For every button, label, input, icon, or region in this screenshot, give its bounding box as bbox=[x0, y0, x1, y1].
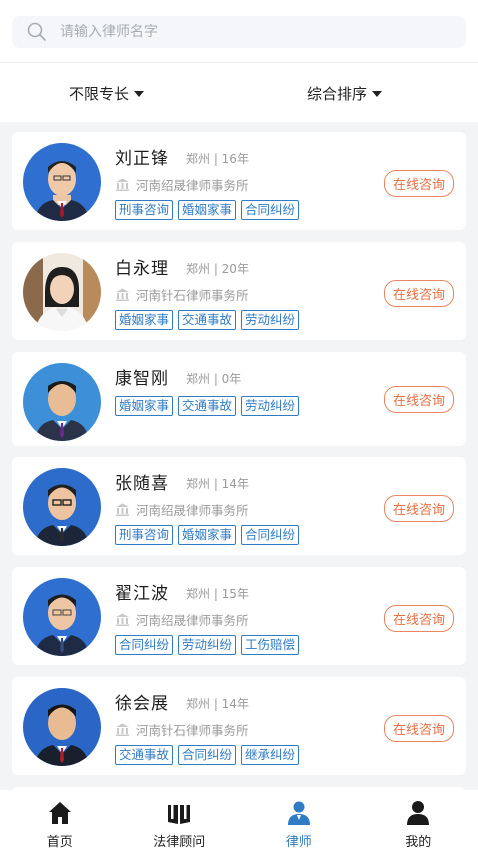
tab-mine[interactable]: 我的 bbox=[359, 790, 478, 850]
tab-legal-advisor[interactable]: 法律顾问 bbox=[120, 790, 240, 850]
specialty-tag: 工伤赔偿 bbox=[241, 635, 300, 655]
search-input[interactable] bbox=[60, 24, 420, 40]
specialty-tag: 交通事故 bbox=[178, 310, 237, 330]
lawyer-meta: 郑州 | 16年 bbox=[186, 152, 249, 166]
specialty-tag: 婚姻家事 bbox=[178, 200, 237, 220]
specialty-tag: 合同纠纷 bbox=[241, 200, 300, 220]
firm-row: 河南绍晟律师事务所 bbox=[115, 610, 249, 629]
building-icon bbox=[116, 723, 129, 736]
lawyer-card[interactable]: 刘正锋 郑州 | 16年 河南绍晟律师事务所 刑事咨询 婚姻家事 合同纠纷 在线… bbox=[12, 132, 466, 230]
search-icon bbox=[27, 22, 46, 41]
tag-list: 交通事故 合同纠纷 继承纠纷 bbox=[115, 745, 304, 765]
lawyer-name: 翟江波 bbox=[115, 584, 169, 604]
filter-bar: 不限专长 综合排序 bbox=[0, 62, 478, 122]
avatar bbox=[23, 363, 101, 441]
lawyer-meta: 郑州 | 14年 bbox=[186, 697, 249, 711]
consult-button[interactable]: 在线咨询 bbox=[383, 170, 454, 197]
lawyer-card[interactable]: 翟江波 郑州 | 15年 河南绍晟律师事务所 合同纠纷 劳动纠纷 工伤赔偿 在线… bbox=[12, 567, 466, 665]
firm-row: 河南绍晟律师事务所 bbox=[115, 500, 249, 519]
sort-filter-label: 综合排序 bbox=[307, 85, 368, 103]
specialty-tag: 刑事咨询 bbox=[115, 200, 174, 220]
consult-button[interactable]: 在线咨询 bbox=[383, 495, 454, 522]
lawyer-card[interactable]: 康智刚 郑州 | 0年 婚姻家事 交通事故 劳动纠纷 在线咨询 bbox=[12, 352, 466, 446]
building-icon bbox=[116, 178, 129, 191]
tag-list: 刑事咨询 婚姻家事 合同纠纷 bbox=[115, 200, 304, 220]
avatar bbox=[23, 468, 101, 546]
lawyer-name: 康智刚 bbox=[115, 369, 169, 389]
sort-filter[interactable]: 综合排序 bbox=[307, 83, 383, 104]
lawyer-meta: 郑州 | 0年 bbox=[186, 372, 242, 386]
header-area: 不限专长 综合排序 bbox=[0, 0, 478, 122]
specialty-tag: 劳动纠纷 bbox=[241, 396, 300, 416]
lawyer-icon bbox=[287, 801, 310, 825]
specialty-filter-label: 不限专长 bbox=[69, 85, 130, 103]
tab-label: 律师 bbox=[285, 835, 312, 850]
specialty-tag: 继承纠纷 bbox=[241, 745, 300, 765]
firm-name: 河南绍晟律师事务所 bbox=[136, 178, 249, 193]
tag-list: 合同纠纷 劳动纠纷 工伤赔偿 bbox=[115, 635, 304, 655]
home-icon bbox=[48, 802, 71, 824]
tag-list: 刑事咨询 婚姻家事 合同纠纷 bbox=[115, 525, 304, 545]
search-bar[interactable] bbox=[12, 16, 466, 48]
specialty-tag: 合同纠纷 bbox=[178, 745, 237, 765]
firm-row: 河南绍晟律师事务所 bbox=[115, 175, 249, 194]
lawyer-name: 张随喜 bbox=[115, 474, 169, 494]
firm-name: 河南绍晟律师事务所 bbox=[136, 613, 249, 628]
lawyer-card[interactable]: 张随喜 郑州 | 14年 河南绍晟律师事务所 刑事咨询 婚姻家事 合同纠纷 在线… bbox=[12, 457, 466, 555]
caret-down-icon bbox=[134, 90, 145, 97]
lawyer-name: 刘正锋 bbox=[115, 149, 169, 169]
firm-name: 河南针石律师事务所 bbox=[136, 723, 249, 738]
avatar bbox=[23, 143, 101, 221]
specialty-tag: 婚姻家事 bbox=[115, 310, 174, 330]
lawyer-card[interactable]: 白永理 郑州 | 20年 河南针石律师事务所 婚姻家事 交通事故 劳动纠纷 在线… bbox=[12, 242, 466, 340]
consult-button[interactable]: 在线咨询 bbox=[383, 715, 454, 742]
lawyer-name: 徐会展 bbox=[115, 694, 169, 714]
user-icon bbox=[407, 801, 430, 825]
consult-button[interactable]: 在线咨询 bbox=[383, 386, 454, 413]
bottom-tab-bar: 首页 法律顾问 律师 我的 bbox=[0, 790, 478, 850]
tag-list: 婚姻家事 交通事故 劳动纠纷 bbox=[115, 396, 304, 416]
building-icon bbox=[116, 613, 129, 626]
specialty-tag: 交通事故 bbox=[115, 745, 174, 765]
specialty-tag: 劳动纠纷 bbox=[178, 635, 237, 655]
lawyer-name: 白永理 bbox=[115, 259, 169, 279]
tag-list: 婚姻家事 交通事故 劳动纠纷 bbox=[115, 310, 304, 330]
tab-label: 首页 bbox=[46, 835, 73, 850]
firm-name: 河南绍晟律师事务所 bbox=[136, 503, 249, 518]
specialty-filter[interactable]: 不限专长 bbox=[69, 83, 145, 104]
lawyer-meta: 郑州 | 14年 bbox=[186, 477, 249, 491]
specialty-tag: 婚姻家事 bbox=[115, 396, 174, 416]
specialty-tag: 婚姻家事 bbox=[178, 525, 237, 545]
tab-home[interactable]: 首页 bbox=[0, 790, 120, 850]
specialty-tag: 合同纠纷 bbox=[241, 525, 300, 545]
lawyer-meta: 郑州 | 20年 bbox=[186, 262, 249, 276]
specialty-tag: 合同纠纷 bbox=[115, 635, 174, 655]
specialty-tag: 劳动纠纷 bbox=[241, 310, 300, 330]
tab-lawyer[interactable]: 律师 bbox=[239, 790, 359, 850]
lawyer-meta: 郑州 | 15年 bbox=[186, 587, 249, 601]
consult-button[interactable]: 在线咨询 bbox=[383, 280, 454, 307]
firm-name: 河南针石律师事务所 bbox=[136, 288, 249, 303]
tab-label: 我的 bbox=[405, 835, 432, 850]
lawyer-card[interactable]: 徐会展 郑州 | 14年 河南针石律师事务所 交通事故 合同纠纷 继承纠纷 在线… bbox=[12, 677, 466, 775]
tab-label: 法律顾问 bbox=[153, 835, 206, 850]
firm-row: 河南针石律师事务所 bbox=[115, 720, 249, 739]
avatar bbox=[23, 253, 101, 331]
book-icon bbox=[168, 803, 191, 824]
consult-button[interactable]: 在线咨询 bbox=[383, 605, 454, 632]
avatar bbox=[23, 688, 101, 766]
caret-down-icon bbox=[372, 90, 383, 97]
building-icon bbox=[116, 288, 129, 301]
building-icon bbox=[116, 503, 129, 516]
specialty-tag: 交通事故 bbox=[178, 396, 237, 416]
specialty-tag: 刑事咨询 bbox=[115, 525, 174, 545]
firm-row: 河南针石律师事务所 bbox=[115, 285, 249, 304]
avatar bbox=[23, 578, 101, 656]
